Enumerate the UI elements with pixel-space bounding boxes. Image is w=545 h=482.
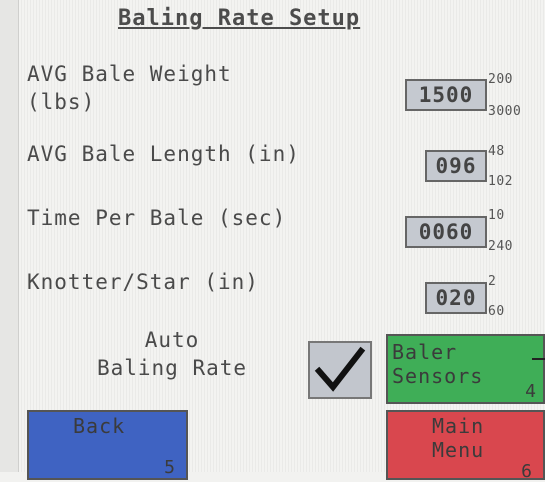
back-button[interactable]: Back 5 [27,410,188,480]
back-label: Back [73,414,126,438]
knotter-star-input[interactable]: 020 [425,282,487,314]
time-per-bale-min: 10 [488,208,505,223]
bale-length-min: 48 [488,144,505,159]
auto-baling-rate-label: Auto Baling Rate [96,328,248,380]
edge-marker [532,358,545,360]
bale-weight-max: 3000 [488,104,522,119]
time-per-bale-input[interactable]: 0060 [405,216,487,248]
baler-sensors-button[interactable]: Baler Sensors 4 [386,334,545,404]
auto-baling-rate-checkbox[interactable] [308,341,372,399]
time-per-bale-label: Time Per Bale (sec) [27,206,287,230]
checkmark-icon [314,346,366,392]
baler-sensors-number: 4 [525,381,537,402]
bale-weight-label: AVG Bale Weight (lbs) [27,62,232,114]
baler-sensors-label: Baler Sensors [392,340,484,388]
screen-bezel [0,0,19,472]
page-title: Baling Rate Setup [118,6,361,31]
back-number: 5 [164,457,176,478]
knotter-star-min: 2 [488,274,497,289]
knotter-star-label: Knotter/Star (in) [27,270,259,294]
bale-length-input[interactable]: 096 [425,150,487,182]
knotter-star-max: 60 [488,304,505,319]
main-menu-label: Main Menu [432,414,485,462]
time-per-bale-max: 240 [488,239,513,254]
bale-weight-min: 200 [488,72,513,87]
bale-weight-input[interactable]: 1500 [405,79,487,111]
bale-length-label: AVG Bale Length (in) [27,142,300,166]
bale-length-max: 102 [488,174,513,189]
main-menu-button[interactable]: Main Menu 6 [386,410,545,482]
